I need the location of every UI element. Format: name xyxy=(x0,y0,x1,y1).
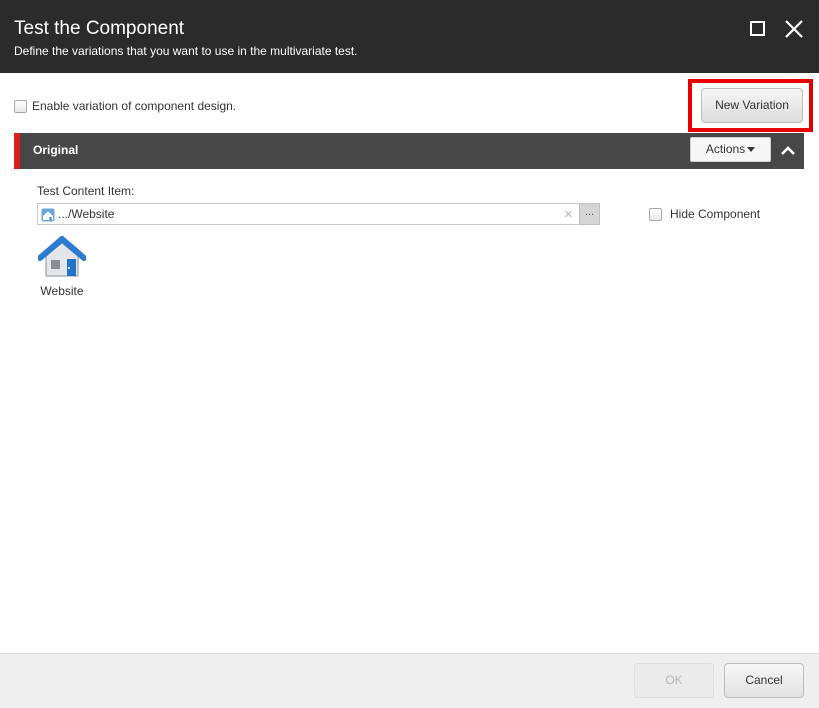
new-variation-button[interactable]: New Variation xyxy=(701,88,803,123)
dialog-subtitle: Define the variations that you want to u… xyxy=(14,44,358,58)
ok-button[interactable]: OK xyxy=(634,663,714,698)
enable-variation-row: Enable variation of component design. xyxy=(14,98,236,114)
house-icon xyxy=(38,236,86,277)
hide-component-row: Hide Component xyxy=(649,207,760,221)
enable-variation-checkbox[interactable] xyxy=(14,99,27,113)
variation-title: Original xyxy=(33,143,79,157)
close-icon xyxy=(785,20,803,38)
hide-component-label: Hide Component xyxy=(670,207,761,221)
variation-section-header: Original Actions xyxy=(14,133,804,169)
chevron-up-icon xyxy=(781,146,795,155)
enable-variation-label: Enable variation of component design. xyxy=(32,99,237,113)
dialog-footer: OK Cancel xyxy=(0,653,819,708)
close-button[interactable] xyxy=(783,18,805,40)
actions-dropdown-button[interactable]: Actions xyxy=(690,137,771,162)
clear-icon[interactable]: × xyxy=(564,206,573,223)
home-small-icon xyxy=(41,208,55,222)
actions-label: Actions xyxy=(705,142,746,156)
caret-down-icon xyxy=(747,147,756,153)
dialog-title: Test the Component xyxy=(14,18,185,39)
maximize-button[interactable] xyxy=(748,19,768,39)
test-content-item-label: Test Content Item: xyxy=(37,184,135,198)
dialog-header: Test the Component Define the variations… xyxy=(0,0,819,73)
browse-button[interactable]: ... xyxy=(579,203,600,225)
maximize-icon xyxy=(750,21,765,36)
website-item-label: Website xyxy=(40,284,84,298)
content-item-path-text: .../Website xyxy=(58,207,115,221)
content-item-path-field[interactable]: .../Website × ... xyxy=(37,203,600,225)
hide-component-checkbox[interactable] xyxy=(649,207,662,221)
collapse-section-button[interactable] xyxy=(778,141,798,161)
cancel-button[interactable]: Cancel xyxy=(724,663,804,698)
